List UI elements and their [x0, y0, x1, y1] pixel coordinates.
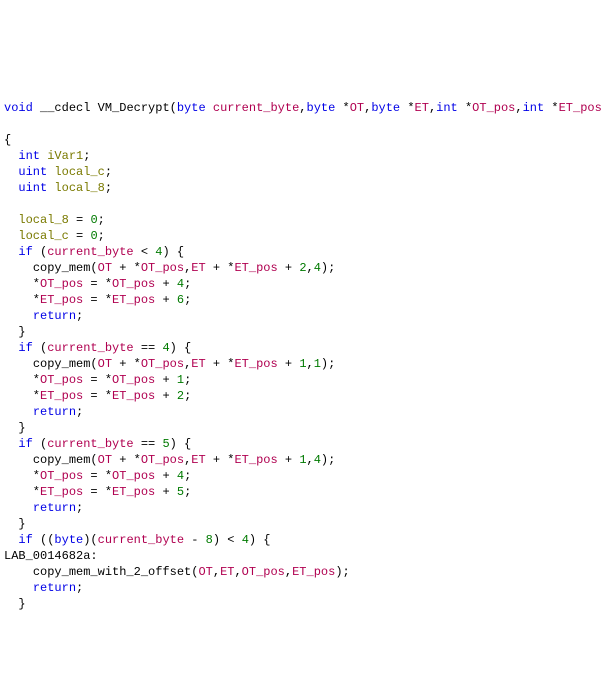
- param-ref: ET_pos: [112, 485, 155, 499]
- param-type: byte: [177, 101, 206, 115]
- param-ref: ET_pos: [40, 485, 83, 499]
- call-name: copy_mem: [33, 453, 91, 467]
- param-ref: OT_pos: [40, 373, 83, 387]
- local-var: local_c: [54, 165, 104, 179]
- param-ref: OT: [98, 357, 112, 371]
- local-var: local_c: [18, 229, 68, 243]
- kw-if: if: [18, 437, 32, 451]
- param-ref: OT: [198, 565, 212, 579]
- param-ref: current_byte: [98, 533, 184, 547]
- kw-return: return: [33, 581, 76, 595]
- call-name: copy_mem: [33, 357, 91, 371]
- param-ref: ET_pos: [40, 389, 83, 403]
- number-literal: 1: [314, 357, 321, 371]
- param-name: ET_pos: [559, 101, 602, 115]
- kw-return: return: [33, 405, 76, 419]
- number-literal: 2: [299, 261, 306, 275]
- op-compare: ==: [134, 341, 163, 355]
- param-type: int: [523, 101, 545, 115]
- param-name: OT: [350, 101, 364, 115]
- param-ref: OT_pos: [40, 469, 83, 483]
- param-type: byte: [371, 101, 400, 115]
- kw-return: return: [33, 501, 76, 515]
- number-literal: 4: [177, 469, 184, 483]
- param-ref: current_byte: [47, 341, 133, 355]
- op-compare: <: [220, 533, 242, 547]
- local-var: local_8: [18, 213, 68, 227]
- param-ref: ET_pos: [112, 389, 155, 403]
- op-assign: =: [69, 213, 91, 227]
- param-type: int: [436, 101, 458, 115]
- param-ref: ET: [191, 261, 205, 275]
- kw-if: if: [18, 341, 32, 355]
- param-ref: current_byte: [47, 437, 133, 451]
- kw-if: if: [18, 533, 32, 547]
- param-ref: OT_pos: [40, 277, 83, 291]
- call-name: copy_mem: [33, 261, 91, 275]
- local-type: uint: [18, 181, 47, 195]
- op-compare: <: [134, 245, 156, 259]
- local-var: iVar1: [47, 149, 83, 163]
- param-ref: current_byte: [47, 245, 133, 259]
- code-label: LAB_0014682a: [4, 549, 90, 563]
- kw-if: if: [18, 245, 32, 259]
- call-name: copy_mem_with_2_offset: [33, 565, 191, 579]
- local-type: int: [18, 149, 40, 163]
- param-ref: OT: [98, 261, 112, 275]
- local-var: local_8: [54, 181, 104, 195]
- number-literal: 4: [162, 341, 169, 355]
- number-literal: 2: [177, 389, 184, 403]
- cast-type: byte: [54, 533, 83, 547]
- param-ref: ET_pos: [40, 293, 83, 307]
- param-ref: OT_pos: [112, 373, 155, 387]
- number-literal: 1: [299, 453, 306, 467]
- number-literal: 0: [90, 229, 97, 243]
- local-type: uint: [18, 165, 47, 179]
- kw-void: void: [4, 101, 33, 115]
- param-name: OT_pos: [472, 101, 515, 115]
- param-ref: OT_pos: [242, 565, 285, 579]
- function-name: VM_Decrypt: [98, 101, 170, 115]
- param-ref: OT_pos: [141, 357, 184, 371]
- number-literal: 5: [162, 437, 169, 451]
- param-name: current_byte: [213, 101, 299, 115]
- param-ref: ET: [220, 565, 234, 579]
- param-ref: OT_pos: [141, 261, 184, 275]
- op-compare: ==: [134, 437, 163, 451]
- param-ref: OT_pos: [112, 277, 155, 291]
- param-type: byte: [307, 101, 336, 115]
- param-ref: OT_pos: [112, 469, 155, 483]
- param-ref: ET_pos: [292, 565, 335, 579]
- number-literal: 1: [177, 373, 184, 387]
- param-ref: ET_pos: [234, 453, 277, 467]
- calling-convention: __cdecl: [40, 101, 90, 115]
- number-literal: 1: [299, 357, 306, 371]
- kw-return: return: [33, 309, 76, 323]
- param-ref: ET_pos: [234, 357, 277, 371]
- param-ref: ET: [191, 453, 205, 467]
- param-ref: ET_pos: [112, 293, 155, 307]
- number-literal: 4: [177, 277, 184, 291]
- op-assign: =: [69, 229, 91, 243]
- param-name: ET: [415, 101, 429, 115]
- param-ref: OT: [98, 453, 112, 467]
- number-literal: 5: [177, 485, 184, 499]
- number-literal: 4: [242, 533, 249, 547]
- decompiler-listing: void __cdecl VM_Decrypt(byte current_byt…: [0, 80, 603, 616]
- number-literal: 8: [206, 533, 213, 547]
- number-literal: 4: [314, 261, 321, 275]
- param-ref: ET_pos: [234, 261, 277, 275]
- param-ref: OT_pos: [141, 453, 184, 467]
- param-ref: ET: [191, 357, 205, 371]
- number-literal: 4: [155, 245, 162, 259]
- number-literal: 6: [177, 293, 184, 307]
- number-literal: 0: [90, 213, 97, 227]
- number-literal: 4: [314, 453, 321, 467]
